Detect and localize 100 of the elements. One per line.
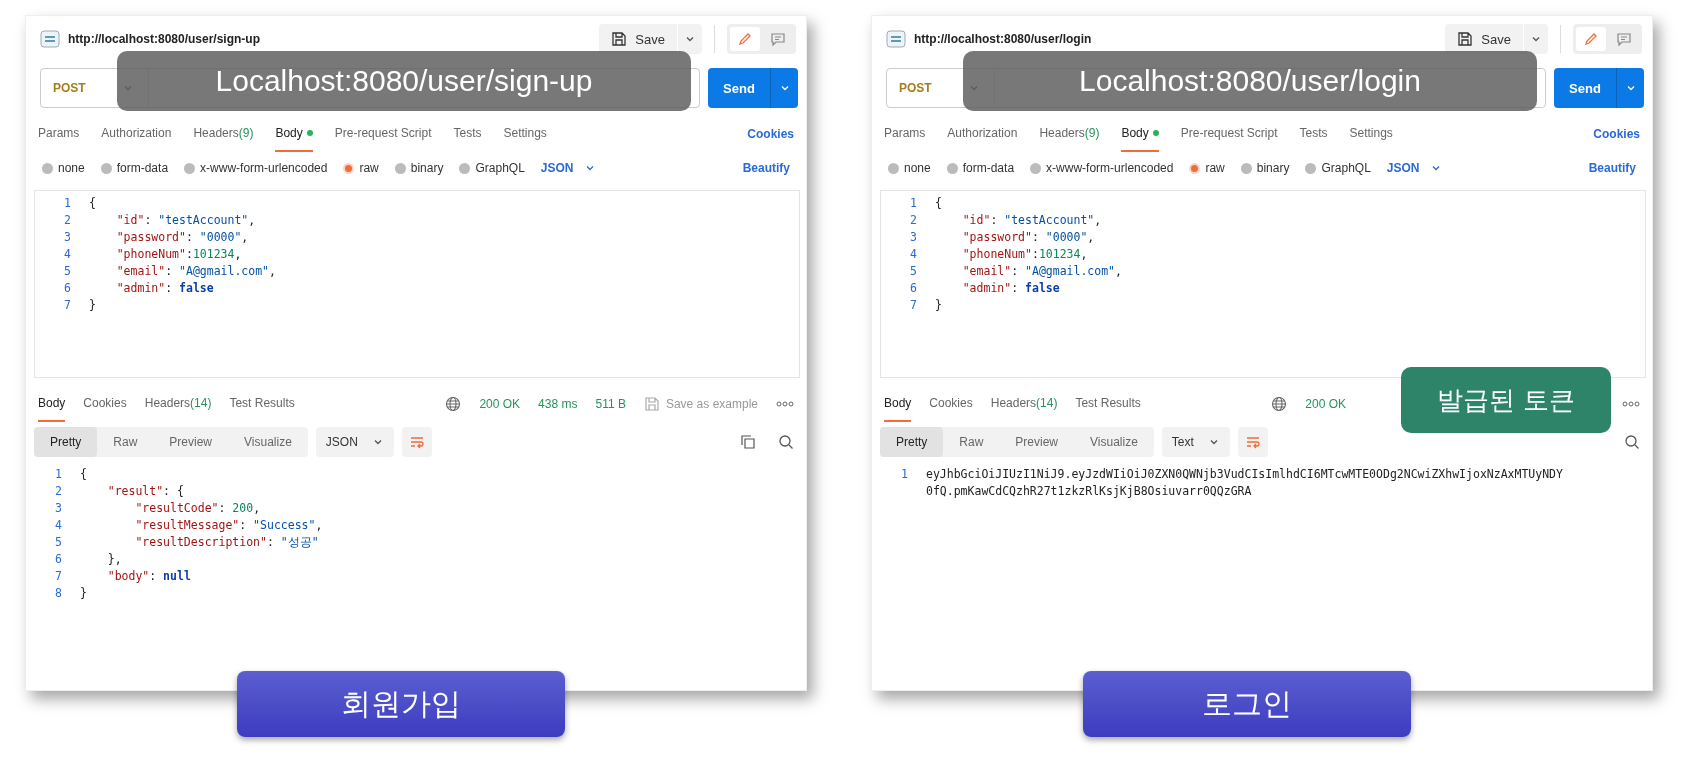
body-type-radio[interactable]: GraphQL	[459, 161, 525, 175]
body-type-radio[interactable]: x-www-form-urlencoded	[184, 161, 328, 175]
cookies-link[interactable]: Cookies	[747, 116, 794, 152]
body-type-radio[interactable]: form-data	[100, 161, 169, 175]
view-tab[interactable]: Pretty	[880, 427, 944, 457]
view-tab[interactable]: Raw	[943, 427, 1000, 457]
line-number: 3	[909, 229, 918, 246]
search-icon[interactable]	[778, 434, 794, 450]
code-line: },	[106, 551, 122, 568]
request-tab[interactable]: Pre-request Script	[1180, 116, 1278, 152]
globe-icon[interactable]	[1271, 396, 1288, 412]
request-tab[interactable]: Pre-request Script	[334, 116, 432, 152]
code-line: }	[89, 297, 96, 314]
code-line: "password": "0000",	[115, 229, 249, 246]
line-number: 3	[63, 229, 72, 246]
wrap-lines-button[interactable]	[1237, 427, 1268, 457]
search-icon[interactable]	[1624, 434, 1640, 450]
view-tab[interactable]: Visualize	[228, 427, 308, 457]
code-line: eyJhbGciOiJIUzI1NiJ9.eyJzdWIiOiJ0ZXN0QWNjb3VudCIsImlhdCI6MTcwMTE0ODg2NCwiZXhwIjoxNzAxMTUyNDY0fQ.pmKawCdCQzhR27t1zkzRlKsjKjB8Osiuvarr0QQzGRA	[926, 466, 1564, 500]
body-type-radio[interactable]: GraphQL	[1305, 161, 1371, 175]
line-number: 4	[54, 517, 63, 534]
request-icon	[886, 29, 906, 49]
body-type-radio[interactable]: form-data	[946, 161, 1015, 175]
format-select[interactable]: JSON	[1386, 161, 1442, 175]
response-tab[interactable]: Cookies	[83, 386, 127, 422]
line-number: 6	[63, 280, 72, 297]
view-tab[interactable]: Visualize	[1074, 427, 1154, 457]
code-line: "password": "0000",	[961, 229, 1095, 246]
edit-button[interactable]	[1576, 27, 1606, 51]
response-tab[interactable]: Headers(14)	[990, 386, 1058, 422]
send-options-button[interactable]	[1616, 68, 1644, 108]
body-type-radio[interactable]: raw	[1189, 161, 1225, 175]
view-tab[interactable]: Preview	[999, 427, 1075, 457]
request-tab[interactable]: Params	[884, 116, 926, 152]
response-tab[interactable]: Cookies	[929, 386, 973, 422]
format-select[interactable]: JSON	[540, 161, 596, 175]
save-button[interactable]: Save	[599, 24, 677, 54]
response-tab[interactable]: Body	[38, 386, 66, 422]
code-line: {	[935, 195, 942, 212]
pencil-icon	[737, 31, 753, 47]
wrap-lines-button[interactable]	[401, 427, 432, 457]
line-number: 2	[63, 212, 72, 229]
code-line: {	[80, 466, 87, 483]
copy-icon[interactable]	[740, 434, 756, 450]
line-number: 6	[54, 551, 63, 568]
line-number: 1	[63, 195, 72, 212]
response-tab[interactable]: Body	[884, 386, 912, 422]
edit-button[interactable]	[730, 27, 760, 51]
save-options-button[interactable]	[678, 24, 702, 54]
comment-icon	[1616, 31, 1632, 47]
request-tab[interactable]: Tests	[1299, 116, 1328, 152]
line-number: 3	[54, 500, 63, 517]
body-type-radio[interactable]: raw	[343, 161, 379, 175]
request-tab[interactable]: Settings	[503, 116, 547, 152]
code-line: "email": "A@gmail.com",	[961, 263, 1122, 280]
request-tab[interactable]: Authorization	[947, 116, 1018, 152]
code-line: }	[80, 585, 87, 602]
save-options-button[interactable]	[1524, 24, 1548, 54]
view-tab[interactable]: Pretty	[34, 427, 98, 457]
request-tab[interactable]: Headers(9)	[1039, 116, 1100, 152]
request-tab[interactable]: Settings	[1349, 116, 1393, 152]
request-tab[interactable]: Headers(9)	[193, 116, 254, 152]
beautify-link[interactable]: Beautify	[742, 161, 790, 175]
code-line: "id": "testAccount",	[115, 212, 256, 229]
line-number: 5	[909, 263, 918, 280]
body-type-radio[interactable]: none	[888, 161, 931, 175]
send-options-button[interactable]	[770, 68, 798, 108]
response-tab[interactable]: Test Results	[1075, 386, 1141, 422]
request-tab[interactable]: Body	[1121, 116, 1159, 152]
send-button[interactable]: Send	[708, 68, 770, 108]
response-tab[interactable]: Headers(14)	[144, 386, 212, 422]
request-tab[interactable]: Tests	[453, 116, 482, 152]
request-title: http://localhost:8080/user/login	[914, 32, 1092, 46]
response-format-select[interactable]: Text	[1161, 427, 1230, 457]
code-line: "admin": false	[115, 280, 214, 297]
status-code: 200 OK	[1305, 397, 1346, 411]
more-icon[interactable]	[776, 401, 794, 407]
view-tab[interactable]: Raw	[97, 427, 154, 457]
cookies-link[interactable]: Cookies	[1593, 116, 1640, 152]
send-button[interactable]: Send	[1554, 68, 1616, 108]
body-type-radio[interactable]: none	[42, 161, 85, 175]
request-tab[interactable]: Authorization	[101, 116, 172, 152]
globe-icon[interactable]	[445, 396, 462, 412]
body-type-radio[interactable]: binary	[1240, 161, 1290, 175]
request-tab[interactable]: Params	[38, 116, 80, 152]
response-tab[interactable]: Test Results	[229, 386, 295, 422]
response-size: 511 B	[595, 397, 626, 411]
line-number: 1	[54, 466, 63, 483]
request-body-editor[interactable]: 1 { 2 "id": "testAccount", 3 "password": "0000", 4 "phoneNum":101234, 5 "email": "A@gmail.com", 6 "admin": false 7 }	[34, 190, 800, 378]
body-type-radio[interactable]: x-www-form-urlencoded	[1030, 161, 1174, 175]
save-button[interactable]: Save	[1445, 24, 1523, 54]
more-icon[interactable]	[1622, 401, 1640, 407]
request-tab[interactable]: Body	[275, 116, 313, 152]
view-tab[interactable]: Preview	[153, 427, 229, 457]
line-number: 1	[900, 466, 909, 483]
response-format-select[interactable]: JSON	[315, 427, 394, 457]
body-type-radio[interactable]: binary	[394, 161, 444, 175]
code-line: "phoneNum":101234,	[961, 246, 1088, 263]
code-line: {	[89, 195, 96, 212]
beautify-link[interactable]: Beautify	[1588, 161, 1636, 175]
